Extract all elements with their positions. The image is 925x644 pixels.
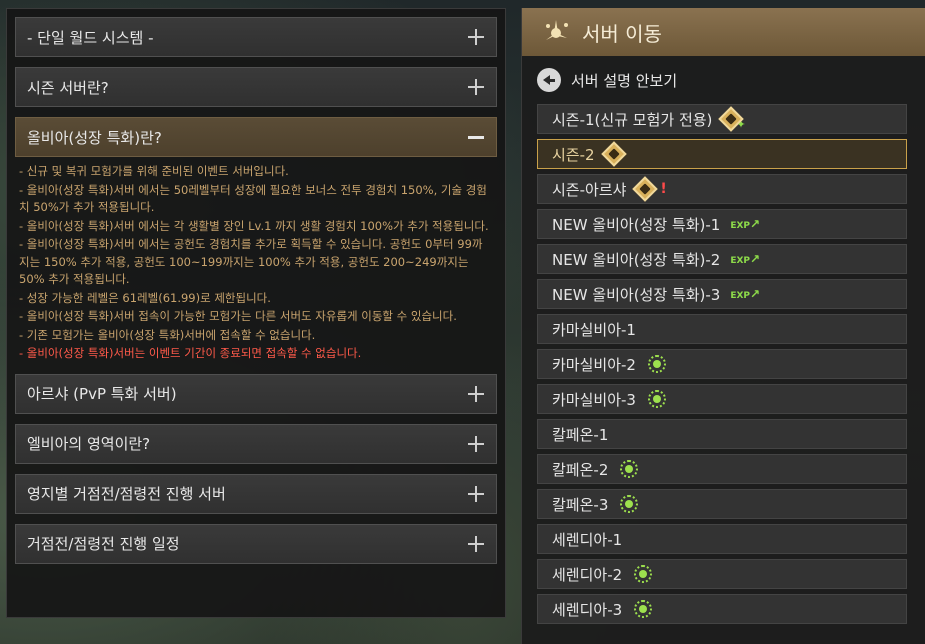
description-line: - 올비아(성장 특화)서버 에서는 공헌도 경험치를 추가로 획득할 수 있습… — [19, 237, 483, 286]
server-row[interactable]: NEW 올비아(성장 특화)-2 EXP↗ — [537, 244, 907, 274]
description-line: - 기존 모험가는 올비아(성장 특화)서버에 접속할 수 없습니다. — [19, 327, 316, 342]
server-name: 칼페온-3 — [552, 495, 609, 514]
section-title: 엘비아의 영역이란? — [27, 435, 151, 453]
section-title: - 단일 월드 시스템 - — [27, 28, 154, 47]
server-row[interactable]: 카마실비아-2 — [537, 349, 907, 379]
server-name: 카마실비아-1 — [552, 320, 636, 339]
server-name: 시즌-아르샤 — [552, 180, 627, 199]
server-row[interactable]: NEW 올비아(성장 특화)-1 EXP↗ — [537, 209, 907, 239]
server-name: 세렌디아-1 — [552, 530, 623, 549]
description-line: - 올비아(성장 특화)서버 에서는 50레벨부터 성장에 필요한 보너스 전투… — [19, 182, 487, 215]
server-row[interactable]: 세렌디아-1 — [537, 524, 907, 554]
server-row[interactable]: 카마실비아-1 — [537, 314, 907, 344]
server-name: NEW 올비아(성장 특화)-1 — [552, 215, 721, 234]
server-row[interactable]: 세렌디아-2 — [537, 559, 907, 589]
exp-label: EXP — [730, 221, 751, 231]
server-info-panel: - 단일 월드 시스템 - 시즌 서버란? 올비아(성장 특화)란? - 신규 … — [6, 8, 506, 618]
description-line: - 올비아(성장 특화)서버 에서는 각 생활별 장인 Lv.1 까지 생활 경… — [19, 218, 489, 233]
plus-icon[interactable] — [468, 435, 484, 452]
section-arsha[interactable]: 아르샤 (PvP 특화 서버) — [15, 373, 497, 414]
server-name: 세렌디아-2 — [552, 565, 623, 584]
server-row[interactable]: 세렌디아-3 — [537, 594, 907, 624]
server-row[interactable]: 칼페온-3 — [537, 489, 907, 519]
pvp-shield-icon: ! — [660, 181, 667, 197]
description-line: - 올비아(성장 특화)서버 접속이 가능한 모험가는 다른 서버도 자유롭게 … — [19, 309, 457, 323]
section-title: 영지별 거점전/점령전 진행 서버 — [27, 485, 226, 503]
server-row[interactable]: 칼페온-2 — [537, 454, 907, 484]
server-move-panel: 서버 이동 서버 설명 안보기 시즌-1(신규 모험가 전용) ✦ 시즌-2 시즌-아… — [521, 8, 925, 644]
section-olvia[interactable]: 올비아(성장 특화)란? — [15, 117, 497, 157]
server-name: 세렌디아-3 — [552, 600, 623, 619]
panel-title-bar: 서버 이동 — [522, 8, 925, 56]
server-row[interactable]: 칼페온-1 — [537, 419, 907, 449]
server-name: 칼페온-2 — [552, 460, 609, 479]
sun-buff-icon — [634, 600, 653, 618]
hide-description-toggle[interactable]: 서버 설명 안보기 — [522, 56, 925, 104]
back-arrow-icon[interactable] — [537, 68, 561, 92]
plus-icon[interactable] — [468, 29, 484, 45]
server-name: 칼페온-1 — [552, 425, 609, 444]
server-row[interactable]: 카마실비아-3 — [537, 384, 907, 414]
plus-icon[interactable] — [468, 385, 484, 402]
section-title: 올비아(성장 특화)란? — [27, 128, 162, 147]
server-name: 카마실비아-2 — [552, 355, 636, 374]
minus-icon[interactable] — [468, 129, 484, 145]
sun-buff-icon — [620, 460, 639, 478]
season-badge-icon — [600, 141, 627, 167]
section-season-server[interactable]: 시즌 서버란? — [15, 67, 497, 107]
sun-buff-icon — [647, 355, 666, 373]
section-elvia[interactable]: 엘비아의 영역이란? — [15, 423, 497, 464]
compass-star-icon — [546, 20, 568, 40]
sun-buff-icon — [620, 495, 639, 513]
plus-icon[interactable] — [468, 535, 484, 552]
sun-buff-icon — [634, 565, 653, 583]
server-list: 시즌-1(신규 모험가 전용) ✦ 시즌-2 시즌-아르샤! NEW 올비아(성장 특화… — [522, 104, 925, 624]
section-single-world[interactable]: - 단일 월드 시스템 - — [15, 17, 497, 57]
section-war-schedule[interactable]: 거점전/점령전 진행 일정 — [15, 523, 497, 564]
exp-label: EXP — [730, 256, 751, 266]
plus-icon[interactable] — [468, 79, 484, 95]
description-line: - 신규 및 복귀 모험가를 위해 준비된 이벤트 서버입니다. — [19, 164, 289, 178]
section-title: 거점전/점령전 진행 일정 — [27, 535, 180, 553]
exp-boost-icon: EXP↗ — [730, 217, 761, 231]
server-name: 시즌-1(신규 모험가 전용) — [552, 110, 713, 129]
server-row[interactable]: 시즌-2 — [537, 139, 907, 169]
server-name: 카마실비아-3 — [552, 390, 636, 409]
warning-line: - 올비아(성장 특화)서버는 이벤트 기간이 종료되면 접속할 수 없습니다. — [19, 346, 362, 360]
exp-boost-icon: EXP↗ — [730, 252, 761, 266]
sun-buff-icon — [647, 390, 666, 408]
season-badge-icon — [632, 176, 659, 202]
exp-label: EXP — [730, 291, 751, 301]
server-row[interactable]: 시즌-1(신규 모험가 전용) ✦ — [537, 104, 907, 134]
hide-description-label: 서버 설명 안보기 — [571, 71, 678, 90]
server-row[interactable]: 시즌-아르샤! — [537, 174, 907, 204]
olvia-description: - 신규 및 복귀 모험가를 위해 준비된 이벤트 서버입니다. - 올비아(성… — [15, 163, 497, 368]
section-title: 시즌 서버란? — [27, 78, 109, 97]
server-row[interactable]: NEW 올비아(성장 특화)-3 EXP↗ — [537, 279, 907, 309]
section-territory-war-servers[interactable]: 영지별 거점전/점령전 진행 서버 — [15, 473, 497, 514]
plus-icon[interactable] — [468, 485, 484, 502]
description-line: - 성장 가능한 레벨은 61레벨(61.99)로 제한됩니다. — [19, 290, 271, 305]
panel-title: 서버 이동 — [582, 21, 662, 46]
section-title: 아르샤 (PvP 특화 서버) — [27, 385, 177, 403]
server-name: 시즌-2 — [552, 145, 595, 164]
server-name: NEW 올비아(성장 특화)-2 — [552, 250, 721, 269]
exp-boost-icon: EXP↗ — [730, 287, 761, 301]
server-name: NEW 올비아(성장 특화)-3 — [552, 285, 721, 304]
